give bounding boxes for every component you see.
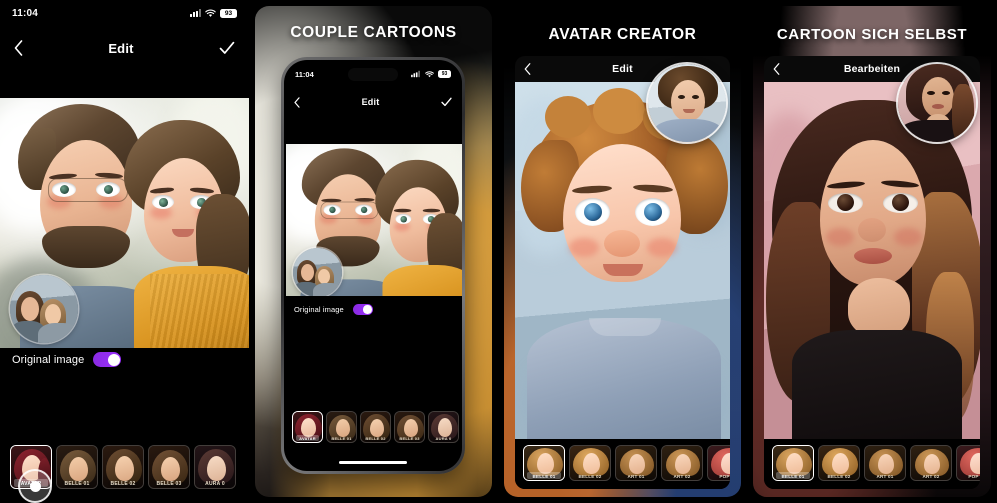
style-thumbnail-label: ART 02 [673,474,691,479]
home-indicator [339,460,407,464]
touch-cursor-icon [18,469,52,503]
style-thumbnail[interactable]: BELLE 03 [148,445,190,489]
style-thumbnail-label: ART 01 [627,474,645,479]
original-photo-bubble[interactable] [648,64,726,142]
style-thumbnail[interactable]: BELLE 03 [394,411,425,443]
wifi-icon [425,70,434,78]
confirm-button[interactable] [441,97,452,107]
style-thumbnail-strip[interactable]: BELLE 01 BELLE 02 ART 01 ART 02 POP [772,445,980,481]
style-thumbnail-label: BELLE 01 [64,481,90,487]
style-thumbnail-label: BELLE 02 [827,474,851,479]
style-thumbnail-label: AURA 0 [435,436,452,441]
app-navbar: Edit [284,88,462,116]
style-thumbnail[interactable]: ART 02 [910,445,952,481]
style-thumbnail[interactable]: ART 02 [661,445,703,481]
style-thumbnail[interactable]: AVATAR [292,411,323,443]
panel-avatar-creator: AVATAR CREATOR Edit BELLE 01 BELLE 02 AR… [498,0,747,503]
style-thumbnail[interactable]: BELLE 02 [360,411,391,443]
style-thumbnail[interactable]: AURA 0 [194,445,236,489]
marketing-title: AVATAR CREATOR [548,26,697,43]
style-thumbnail-label: BELLE 03 [399,436,420,441]
cartoon-result-image [0,98,249,348]
style-thumbnail-strip[interactable]: BELLE 01 BELLE 02 ART 01 ART 02 POP [523,445,730,481]
status-bar-time: 11:04 [12,7,39,19]
original-image-label: Original image [12,353,85,366]
style-thumbnail-label: BELLE 01 [532,474,556,479]
back-button[interactable] [524,63,531,75]
page-title: Bearbeiten [843,63,901,75]
app-screen: Bearbeiten BELLE 01 BELLE 02 ART 01 ART … [764,56,980,489]
original-image-label: Original image [294,305,344,314]
panel-cartoon-sich-selbst: CARTOON SICH SELBST Bearbeiten BELLE 01 … [747,0,997,503]
style-thumbnail-label: BELLE 02 [110,481,136,487]
status-bar-time: 11:04 [295,69,314,79]
battery-icon: 93 [438,70,451,78]
style-thumbnail-label: BELLE 03 [156,481,182,487]
style-thumbnail-label: BELLE 02 [578,474,602,479]
battery-level: 93 [441,71,448,77]
style-thumbnail[interactable]: ART 01 [864,445,906,481]
battery-level: 93 [224,9,233,17]
page-title: Edit [108,40,134,56]
style-thumbnail[interactable]: AURA 0 [428,411,459,443]
style-thumbnail-label: AVATAR [299,436,316,441]
original-image-toggle-row[interactable]: Original image [294,304,373,315]
style-thumbnail[interactable]: BELLE 02 [818,445,860,481]
style-thumbnail-label: BELLE 02 [365,436,386,441]
style-thumbnail[interactable]: BELLE 01 [326,411,357,443]
original-photo-bubble[interactable] [293,248,342,296]
marketing-title: COUPLE CARTOONS [290,24,457,41]
battery-icon: 93 [220,8,237,18]
app-navbar: Edit [0,26,249,70]
style-thumbnail[interactable]: POP 01 [956,445,980,481]
cellular-signal-icon [411,70,420,78]
app-screen: Edit BELLE 01 BELLE 02 ART 01 ART 02 POP [515,56,730,489]
style-thumbnail[interactable]: BELLE 01 [523,445,565,481]
original-photo-bubble[interactable] [898,64,976,142]
status-bar: 11:04 93 [284,60,462,88]
page-title: Edit [612,63,633,75]
original-image-toggle-row[interactable]: Original image [12,352,122,367]
style-thumbnail-label: ART 02 [922,474,940,479]
style-thumbnail-label: BELLE 01 [781,474,805,479]
wifi-icon [205,9,216,18]
style-thumbnail-label: POP 01 [719,474,730,479]
style-thumbnail[interactable]: POP 01 [707,445,730,481]
back-button[interactable] [773,63,780,75]
style-thumbnail[interactable]: ART 01 [615,445,657,481]
back-button[interactable] [294,96,300,108]
original-image-switch[interactable] [352,304,373,315]
style-thumbnail-strip[interactable]: AVATAR BELLE 01 BELLE 02 BELLE 03 AURA 0 [292,411,459,443]
panel-couple-cartoons: COUPLE CARTOONS 11:04 93 Edit Original i… [249,0,498,503]
cartoon-result-image [286,144,462,296]
page-title: Edit [361,97,380,107]
style-thumbnail-label: ART 01 [876,474,894,479]
cellular-signal-icon [190,9,201,17]
panel-raw-screenshot: 11:04 93 Edit Original image AVATAR BELL… [0,0,249,503]
original-image-switch[interactable] [93,352,122,367]
style-thumbnail[interactable]: BELLE 01 [772,445,814,481]
style-thumbnail-label: AURA 0 [205,481,225,487]
confirm-button[interactable] [219,41,235,55]
phone-mockup: 11:04 93 Edit Original image AVATAR BELL… [281,57,465,474]
style-thumbnail[interactable]: BELLE 01 [56,445,98,489]
status-bar: 11:04 93 [0,0,249,26]
original-photo-bubble[interactable] [10,275,78,343]
back-button[interactable] [14,40,23,56]
style-thumbnail-label: BELLE 01 [331,436,352,441]
style-thumbnail[interactable]: BELLE 02 [102,445,144,489]
marketing-title: CARTOON SICH SELBST [776,26,968,43]
style-thumbnail[interactable]: BELLE 02 [569,445,611,481]
style-thumbnail-label: POP 01 [968,474,980,479]
